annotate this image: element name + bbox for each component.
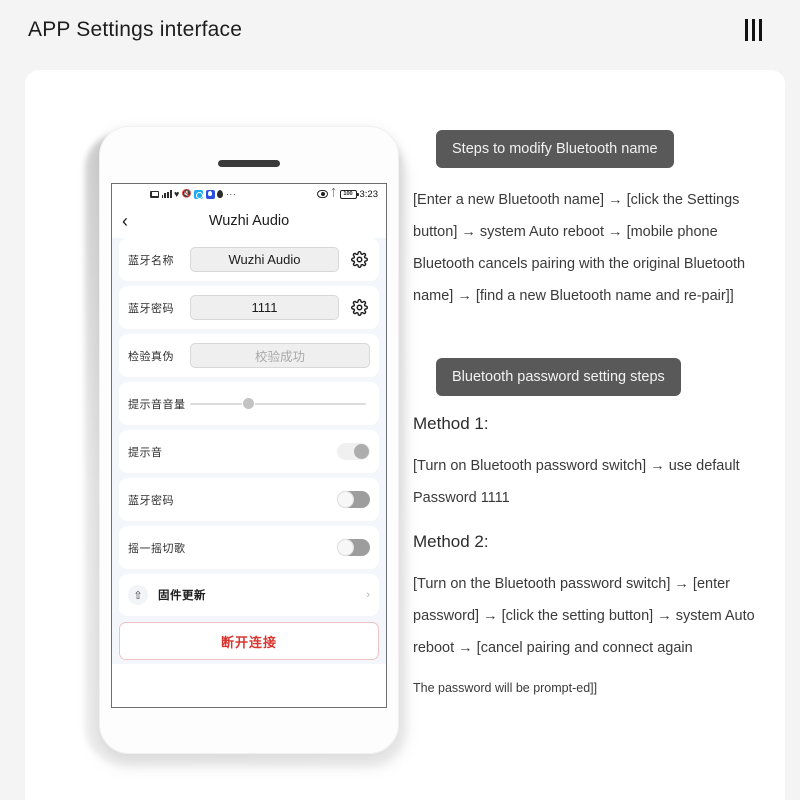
phone-speaker <box>218 160 280 167</box>
row-label: 提示音音量 <box>128 398 186 411</box>
phone-screen: ♥ 🔇 ··· ᛏ 100 3:23 ‹ Wuzhi Audio 蓝牙名称 Wu… <box>111 183 387 708</box>
settings-list: 蓝牙名称 Wuzhi Audio 蓝牙密码 1111 检验真伪 校验成功 提示音… <box>112 238 386 664</box>
row-label: 蓝牙名称 <box>128 254 174 267</box>
method1-body: [Turn on Bluetooth password switch] → us… <box>413 458 740 506</box>
row-label: 提示音 <box>128 446 163 459</box>
row-bluetooth-name: 蓝牙名称 Wuzhi Audio <box>119 238 379 281</box>
status-bar-time: 3:23 <box>359 188 379 200</box>
row-label: 摇一摇切歌 <box>128 542 186 555</box>
firmware-update-label: 固件更新 <box>158 590 206 602</box>
row-label: 检验真伪 <box>128 350 174 363</box>
mute-icon: 🔇 <box>181 189 192 198</box>
app-indigo-icon <box>205 189 215 199</box>
method2-title: Method 2: <box>413 532 489 551</box>
app-navbar-title: Wuzhi Audio <box>208 213 290 229</box>
page-header: APP Settings interface <box>0 0 800 60</box>
page-title: APP Settings interface <box>28 18 243 41</box>
bluetooth-name-input[interactable]: Wuzhi Audio <box>190 247 339 272</box>
method1-title: Method 1: <box>413 414 489 433</box>
status-bar: ♥ 🔇 ··· ᛏ 100 3:23 <box>112 184 386 204</box>
upload-icon: ⇧ <box>128 585 148 605</box>
signal-icon <box>161 190 172 198</box>
status-bar-right-icons: ᛏ 100 3:23 <box>316 188 379 200</box>
sms-icon <box>150 190 159 198</box>
status-bar-left-icons: ♥ 🔇 ··· <box>150 189 236 199</box>
row-firmware-update[interactable]: ⇧ 固件更新 › <box>119 574 379 616</box>
chip-bluetooth-password-steps: Bluetooth password setting steps <box>436 358 681 396</box>
row-label: 蓝牙密码 <box>128 302 174 315</box>
bluetooth-password-input[interactable]: 1111 <box>190 295 339 320</box>
prompt-volume-slider[interactable] <box>190 395 366 413</box>
verify-status-field: 校验成功 <box>190 343 370 368</box>
row-prompt-volume: 提示音音量 <box>119 382 379 425</box>
row-shake-to-switch-song: 摇一摇切歌 <box>119 526 379 569</box>
chip-modify-bluetooth-name: Steps to modify Bluetooth name <box>436 130 674 168</box>
app-navbar: ‹ Wuzhi Audio <box>112 204 386 238</box>
eye-icon <box>316 190 328 198</box>
menu-bars-icon[interactable] <box>745 19 762 41</box>
row-verify-authenticity: 检验真伪 校验成功 <box>119 334 379 377</box>
gear-icon[interactable] <box>348 251 370 268</box>
battery-icon: 100 <box>339 189 359 199</box>
row-prompt-tone: 提示音 <box>119 430 379 473</box>
gear-icon[interactable] <box>348 299 370 316</box>
bluetooth-icon: ᛏ <box>330 188 337 199</box>
slider-thumb[interactable] <box>242 398 254 409</box>
phone-body: ♥ 🔇 ··· ᛏ 100 3:23 ‹ Wuzhi Audio 蓝牙名称 Wu… <box>99 126 399 754</box>
row-bluetooth-password: 蓝牙密码 1111 <box>119 286 379 329</box>
more-dots-icon: ··· <box>225 189 237 199</box>
slider-track <box>190 402 366 405</box>
prompt-tone-toggle[interactable] <box>337 443 370 460</box>
content-card: ♥ 🔇 ··· ᛏ 100 3:23 ‹ Wuzhi Audio 蓝牙名称 Wu… <box>25 70 785 800</box>
row-label: 蓝牙密码 <box>128 494 174 507</box>
heart-icon: ♥ <box>174 188 180 199</box>
guide-section1-body: [Enter a new Bluetooth name] → [click th… <box>413 192 746 304</box>
method2-note: The password will be prompt-ed]] <box>413 681 598 695</box>
app-blue-icon <box>194 189 204 199</box>
bluetooth-password-toggle[interactable] <box>337 491 370 508</box>
disconnect-button[interactable]: 断开连接 <box>119 622 379 660</box>
shake-switch-song-toggle[interactable] <box>337 539 370 556</box>
row-bluetooth-password-toggle: 蓝牙密码 <box>119 478 379 521</box>
phone-mockup: ♥ 🔇 ··· ᛏ 100 3:23 ‹ Wuzhi Audio 蓝牙名称 Wu… <box>77 118 407 766</box>
droplet-icon <box>217 190 224 198</box>
guide-panel: Steps to modify Bluetooth name [Enter a … <box>413 130 763 697</box>
chevron-right-icon: › <box>366 589 370 601</box>
method2-body: [Turn on the Bluetooth password switch] … <box>413 576 755 656</box>
